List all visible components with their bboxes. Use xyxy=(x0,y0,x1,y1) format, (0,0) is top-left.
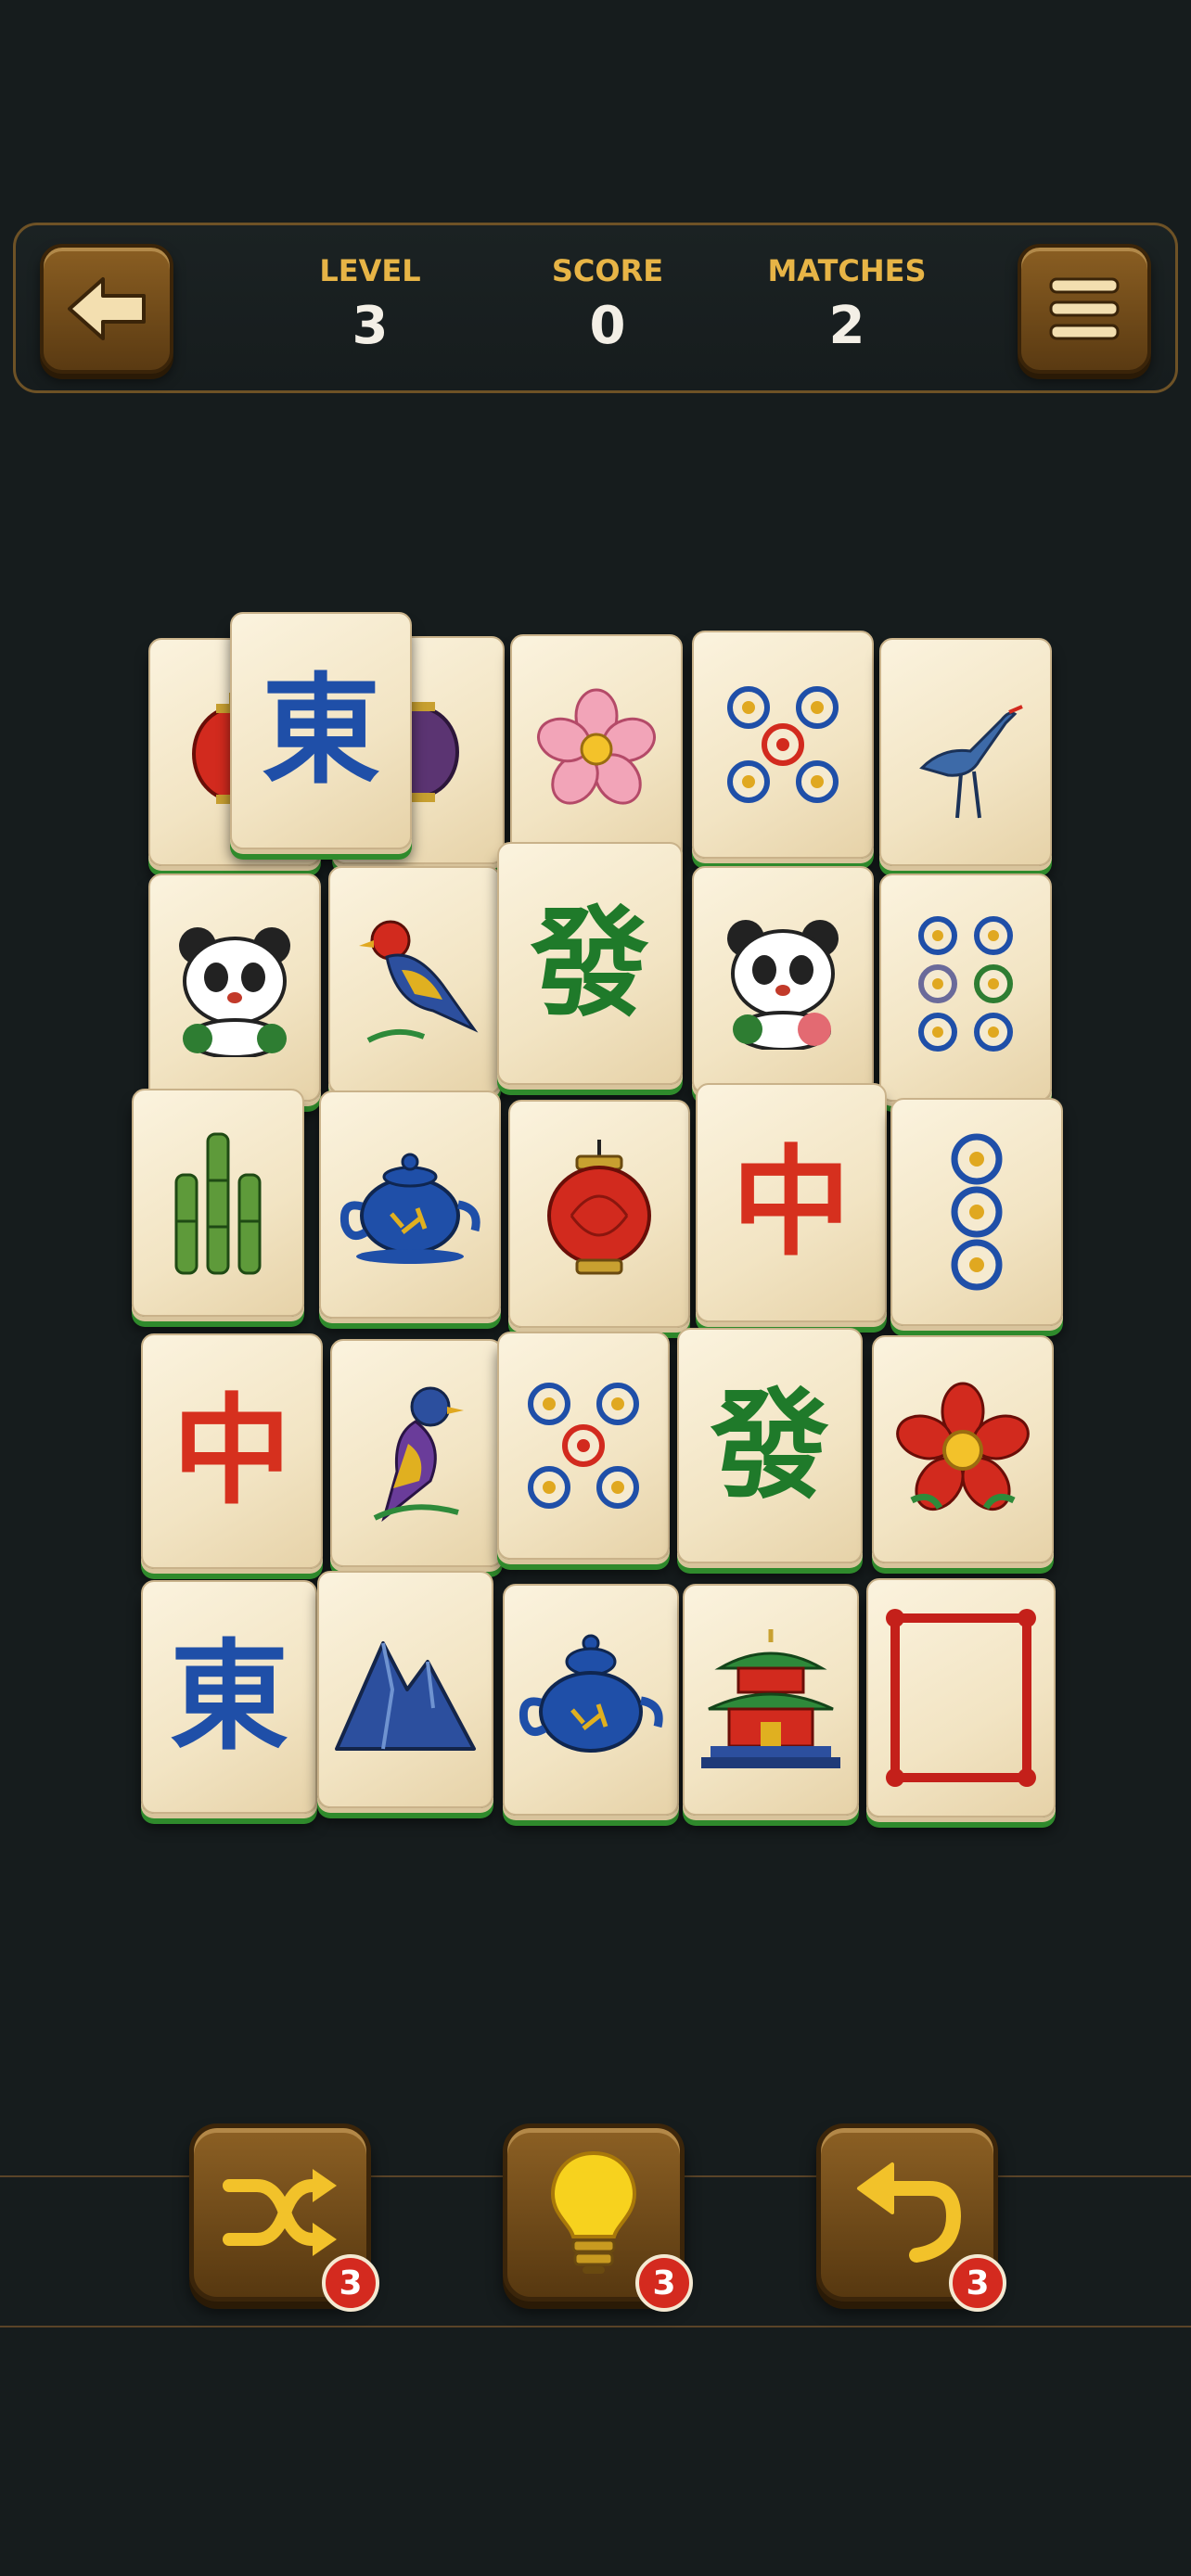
hint-button[interactable]: 3 xyxy=(503,2123,693,2312)
lantern-icon xyxy=(547,1140,651,1275)
undo-count-badge: 3 xyxy=(949,2254,1006,2312)
lightbulb-icon xyxy=(550,2150,637,2274)
tile-bird-blue[interactable] xyxy=(330,1339,503,1567)
tile-mountains[interactable] xyxy=(317,1571,493,1808)
tile-bamboo-three[interactable] xyxy=(132,1089,304,1317)
east-wind-glyph: 東 xyxy=(261,661,380,800)
green-dragon-glyph: 發 xyxy=(530,894,649,1033)
panda-icon xyxy=(727,920,839,1050)
teapot-icon xyxy=(339,1153,480,1264)
five-dots-icon xyxy=(528,1383,639,1509)
shuffle-count-badge: 3 xyxy=(322,2254,379,2312)
tile-eight-circles[interactable] xyxy=(879,874,1052,1102)
tile-east-wind-2[interactable]: 東 xyxy=(141,1580,317,1814)
undo-button[interactable]: 3 xyxy=(816,2123,1006,2312)
tile-east-wind-top[interactable]: 東 xyxy=(230,612,412,849)
mountain-icon xyxy=(335,1641,476,1751)
east-wind-glyph: 東 xyxy=(169,1627,288,1766)
toolbar-bottom-rail xyxy=(0,2326,1191,2327)
tile-panda-2[interactable] xyxy=(692,866,874,1094)
undo-icon xyxy=(857,2162,962,2263)
eight-dots-icon xyxy=(918,916,1013,1052)
bird-icon xyxy=(373,1386,464,1523)
tile-green-dragon-2[interactable]: 發 xyxy=(677,1328,863,1563)
red-dragon-glyph: 中 xyxy=(172,1382,291,1521)
flower-icon xyxy=(537,688,656,805)
shuffle-icon xyxy=(223,2169,337,2256)
crane-icon xyxy=(919,705,1023,819)
tile-red-dragon-1[interactable]: 中 xyxy=(696,1083,887,1322)
tile-pagoda[interactable] xyxy=(683,1584,859,1816)
five-dots-icon xyxy=(727,686,839,803)
tile-plum-blossom[interactable] xyxy=(510,634,683,862)
three-dots-icon xyxy=(951,1133,1003,1291)
tile-teapot-1[interactable] xyxy=(319,1090,501,1319)
bamboo-icon xyxy=(174,1132,262,1275)
tile-five-circles[interactable] xyxy=(692,631,874,859)
tile-chrysanthemum[interactable] xyxy=(872,1335,1054,1563)
red-dragon-glyph: 中 xyxy=(731,1133,851,1272)
tile-green-dragon-top[interactable]: 發 xyxy=(497,842,683,1085)
frame-icon xyxy=(886,1609,1036,1787)
tile-teapot-2[interactable] xyxy=(503,1584,679,1816)
tile-bird-red[interactable] xyxy=(328,866,501,1094)
tile-three-circles[interactable] xyxy=(890,1098,1063,1326)
tile-lantern-red[interactable] xyxy=(508,1100,690,1328)
tile-crane[interactable] xyxy=(879,638,1052,866)
pagoda-icon xyxy=(701,1629,840,1768)
hint-count-badge: 3 xyxy=(635,2254,693,2312)
shuffle-button[interactable]: 3 xyxy=(189,2123,379,2312)
tile-five-circles-2[interactable] xyxy=(497,1332,670,1560)
tile-panda-1[interactable] xyxy=(148,874,321,1102)
bird-icon xyxy=(359,920,479,1043)
flower-icon xyxy=(896,1382,1030,1511)
green-dragon-glyph: 發 xyxy=(710,1376,829,1515)
teapot-icon xyxy=(519,1634,663,1753)
tile-white-dragon[interactable] xyxy=(866,1578,1056,1817)
panda-icon xyxy=(179,927,290,1057)
tile-red-dragon-2[interactable]: 中 xyxy=(141,1333,323,1569)
